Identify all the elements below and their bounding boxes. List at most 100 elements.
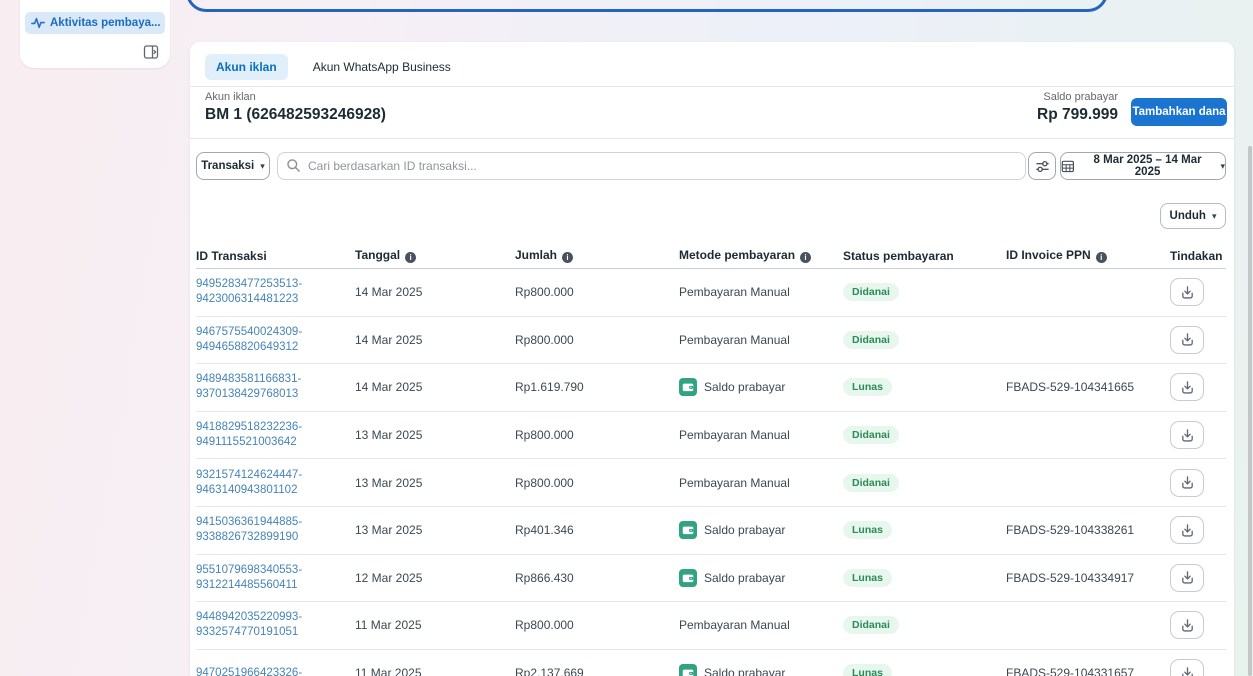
payment-status-cell: Didanai bbox=[843, 474, 1006, 492]
balance-amount: Rp 799.999 bbox=[1037, 106, 1118, 124]
prepaid-balance-icon bbox=[679, 664, 697, 676]
transaction-date: 13 Mar 2025 bbox=[355, 428, 515, 442]
transaction-id-link[interactable]: 9418829518232236- bbox=[196, 420, 345, 435]
transaction-amount: Rp1.619.790 bbox=[515, 380, 679, 394]
transaction-id-link[interactable]: 9467575540024309- bbox=[196, 325, 345, 340]
download-report-button[interactable]: Unduh ▾ bbox=[1160, 203, 1226, 229]
transaction-id-link[interactable]: 9370138429768013 bbox=[196, 387, 345, 402]
download-invoice-button[interactable] bbox=[1170, 421, 1204, 449]
action-cell bbox=[1170, 516, 1226, 544]
tab-ad-account[interactable]: Akun iklan bbox=[205, 54, 288, 80]
chevron-down-icon: ▾ bbox=[1220, 162, 1225, 171]
column-header-status-pembayaran: Status pembayaran bbox=[843, 249, 1006, 263]
payment-method-cell: Saldo prabayar bbox=[679, 521, 843, 539]
action-cell bbox=[1170, 469, 1226, 497]
table-row: 9467575540024309-949465882064931214 Mar … bbox=[196, 317, 1226, 365]
download-icon bbox=[1180, 666, 1195, 676]
table-row: 9551079698340553-931221448556041112 Mar … bbox=[196, 555, 1226, 603]
transaction-id-link[interactable]: 9312214485560411 bbox=[196, 578, 345, 593]
column-header-metode-pembayaran: Metode pembayarani bbox=[679, 248, 843, 263]
payment-status-cell: Didanai bbox=[843, 616, 1006, 634]
tab-whatsapp-business-account[interactable]: Akun WhatsApp Business bbox=[302, 54, 462, 80]
status-badge: Didanai bbox=[843, 331, 899, 349]
tabs-divider bbox=[190, 86, 1234, 87]
transaction-id-cell: 9495283477253513-9423006314481223 bbox=[196, 277, 355, 307]
transaction-id-link[interactable]: 9489483581166831- bbox=[196, 372, 345, 387]
transaction-id-cell: 9418829518232236-9491115521003642 bbox=[196, 420, 355, 450]
table-row: 9495283477253513-942300631448122314 Mar … bbox=[196, 269, 1226, 317]
download-icon bbox=[1180, 570, 1195, 585]
transaction-id-link[interactable]: 9321574124624447- bbox=[196, 468, 345, 483]
transaction-amount: Rp2.137.669 bbox=[515, 666, 679, 676]
prepaid-balance: Saldo prabayar Rp 799.999 bbox=[1037, 91, 1118, 124]
transaction-id-link[interactable]: 9415036361944885- bbox=[196, 515, 345, 530]
transaction-id-cell: 9321574124624447-9463140943801102 bbox=[196, 468, 355, 498]
download-icon bbox=[1180, 428, 1195, 443]
transactions-table-body: 9495283477253513-942300631448122314 Mar … bbox=[196, 269, 1226, 676]
info-icon[interactable]: i bbox=[562, 252, 573, 263]
info-icon[interactable]: i bbox=[405, 252, 416, 263]
account-info: Akun iklan BM 1 (626482593246928) bbox=[205, 91, 386, 124]
transaction-id-link[interactable]: 9494658820649312 bbox=[196, 340, 345, 355]
transaction-type-dropdown[interactable]: Transaksi ▾ bbox=[196, 152, 270, 180]
activity-pulse-icon bbox=[31, 16, 45, 30]
payment-status-cell: Lunas bbox=[843, 521, 1006, 539]
download-icon bbox=[1180, 475, 1195, 490]
status-badge: Lunas bbox=[843, 569, 892, 587]
transaction-id-link[interactable]: 9338826732899190 bbox=[196, 530, 345, 545]
vat-invoice-id: FBADS-529-104331657 bbox=[1006, 666, 1170, 676]
payment-method-cell: Pembayaran Manual bbox=[679, 428, 843, 442]
info-icon[interactable]: i bbox=[1096, 252, 1107, 263]
download-invoice-button[interactable] bbox=[1170, 516, 1204, 544]
vat-invoice-id: FBADS-529-104338261 bbox=[1006, 523, 1170, 537]
transaction-id-cell: 9415036361944885-9338826732899190 bbox=[196, 515, 355, 545]
date-range-picker[interactable]: 8 Mar 2025 – 14 Mar 2025 ▾ bbox=[1060, 152, 1226, 180]
account-name: BM 1 (626482593246928) bbox=[205, 106, 386, 124]
transaction-id-link[interactable]: 9332574770191051 bbox=[196, 625, 345, 640]
status-badge: Lunas bbox=[843, 664, 892, 676]
transaction-id-link[interactable]: 9470251966423326- bbox=[196, 666, 345, 676]
transaction-id-link[interactable]: 9551079698340553- bbox=[196, 563, 345, 578]
payment-method-cell: Pembayaran Manual bbox=[679, 333, 843, 347]
download-invoice-button[interactable] bbox=[1170, 326, 1204, 354]
collapse-sidebar-button[interactable] bbox=[142, 43, 160, 61]
transaction-id-cell: 9470251966423326- bbox=[196, 666, 355, 676]
highlight-annotation-outline bbox=[186, 0, 1108, 12]
search-box bbox=[277, 152, 1026, 180]
transaction-id-link[interactable]: 9495283477253513- bbox=[196, 277, 345, 292]
column-header-tindakan: Tindakan bbox=[1170, 249, 1226, 263]
transaction-id-link[interactable]: 9423006314481223 bbox=[196, 292, 345, 307]
info-icon[interactable]: i bbox=[800, 252, 811, 263]
sidebar-item-payment-activity[interactable]: Aktivitas pembaya... bbox=[25, 12, 165, 34]
payment-status-cell: Lunas bbox=[843, 569, 1006, 587]
download-invoice-button[interactable] bbox=[1170, 373, 1204, 401]
transaction-id-link[interactable]: 9491115521003642 bbox=[196, 435, 345, 450]
table-row: 9489483581166831-937013842976801314 Mar … bbox=[196, 364, 1226, 412]
download-invoice-button[interactable] bbox=[1170, 564, 1204, 592]
prepaid-balance-icon bbox=[679, 378, 697, 396]
column-settings-button[interactable] bbox=[1028, 152, 1056, 180]
prepaid-balance-icon bbox=[679, 569, 697, 587]
status-badge: Didanai bbox=[843, 426, 899, 444]
transaction-amount: Rp800.000 bbox=[515, 428, 679, 442]
payment-status-cell: Didanai bbox=[843, 283, 1006, 301]
payment-status-cell: Didanai bbox=[843, 426, 1006, 444]
payment-status-cell: Lunas bbox=[843, 378, 1006, 396]
download-icon bbox=[1180, 380, 1195, 395]
table-row: 9415036361944885-933882673289919013 Mar … bbox=[196, 507, 1226, 555]
add-funds-button[interactable]: Tambahkan dana bbox=[1131, 98, 1227, 126]
transaction-id-link[interactable]: 9448942035220993- bbox=[196, 610, 345, 625]
transaction-id-link[interactable]: 9463140943801102 bbox=[196, 483, 345, 498]
transaction-id-cell: 9467575540024309-9494658820649312 bbox=[196, 325, 355, 355]
search-input[interactable] bbox=[277, 152, 1026, 180]
vertical-scrollbar[interactable] bbox=[1248, 146, 1252, 676]
column-header-id-invoice-ppn: ID Invoice PPNi bbox=[1006, 248, 1170, 263]
download-invoice-button[interactable] bbox=[1170, 611, 1204, 639]
transaction-date: 13 Mar 2025 bbox=[355, 523, 515, 537]
action-cell bbox=[1170, 373, 1226, 401]
download-invoice-button[interactable] bbox=[1170, 469, 1204, 497]
download-invoice-button[interactable] bbox=[1170, 659, 1204, 676]
action-cell bbox=[1170, 611, 1226, 639]
download-invoice-button[interactable] bbox=[1170, 278, 1204, 306]
column-header-label: Status pembayaran bbox=[843, 249, 954, 263]
